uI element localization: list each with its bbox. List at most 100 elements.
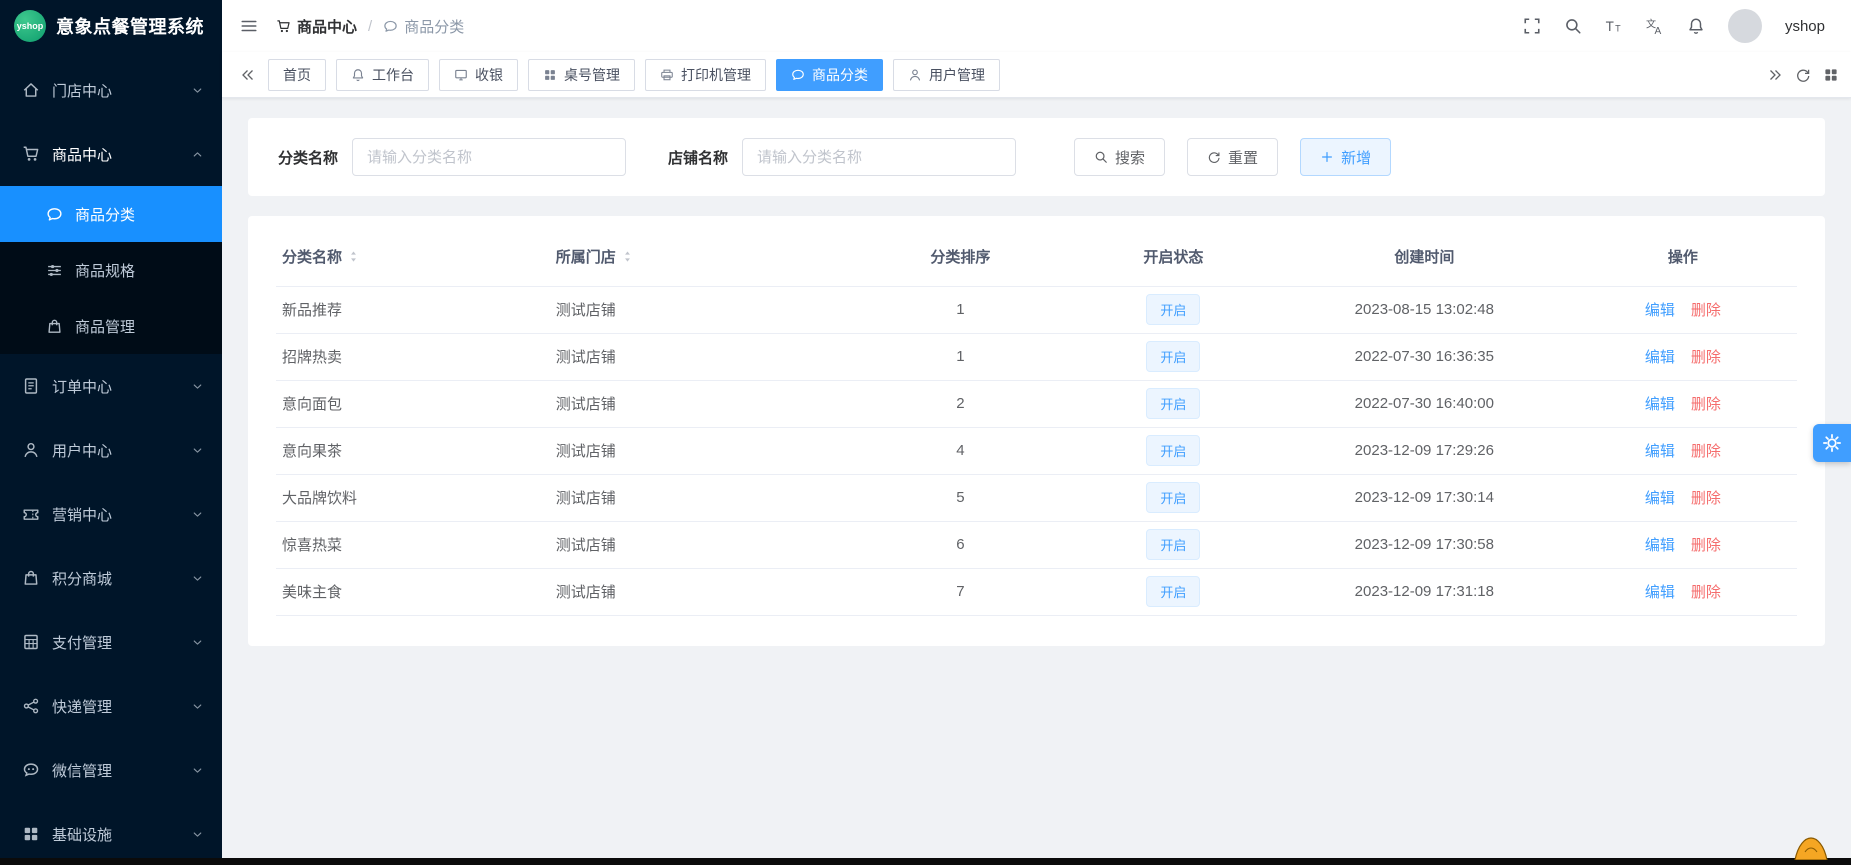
- edit-link[interactable]: 编辑: [1645, 490, 1675, 507]
- tab-product-category[interactable]: 商品分类: [776, 59, 883, 91]
- table-row: 大品牌饮料 测试店铺 5 开启 2023-12-09 17:30:14 编辑删除: [276, 474, 1797, 521]
- sidebar-item-express-manage[interactable]: 快递管理: [0, 674, 222, 738]
- app-logo-row[interactable]: yshop 意象点餐管理系统: [0, 0, 222, 52]
- tabs-scroll-right-icon[interactable]: [1767, 67, 1783, 83]
- svg-text:T: T: [1606, 19, 1614, 34]
- col-header-category-name[interactable]: 分类名称: [276, 228, 550, 286]
- cell-store: 测试店铺: [550, 380, 854, 427]
- sidebar: yshop 意象点餐管理系统 门店中心商品中心商品分类商品规格商品管理订单中心用…: [0, 0, 222, 865]
- chevron-down-icon: [191, 444, 204, 457]
- chevron-up-icon: [191, 148, 204, 161]
- delete-link[interactable]: 删除: [1691, 443, 1721, 460]
- status-badge[interactable]: 开启: [1146, 482, 1200, 513]
- mascot-widget[interactable]: [1793, 836, 1829, 860]
- username[interactable]: yshop: [1785, 18, 1825, 35]
- col-header-label: 操作: [1668, 249, 1698, 266]
- delete-link[interactable]: 删除: [1691, 396, 1721, 413]
- cell-sort-order: 6: [854, 521, 1067, 568]
- cell-created: 2023-12-09 17:29:26: [1280, 427, 1569, 474]
- status-badge[interactable]: 开启: [1146, 294, 1200, 325]
- tab-cashier[interactable]: 收银: [439, 59, 518, 91]
- chevron-down-icon: [191, 700, 204, 713]
- edit-link[interactable]: 编辑: [1645, 537, 1675, 554]
- edit-link[interactable]: 编辑: [1645, 584, 1675, 601]
- status-badge[interactable]: 开启: [1146, 576, 1200, 607]
- cell-store: 测试店铺: [550, 286, 854, 333]
- store-name-input[interactable]: [742, 138, 1016, 176]
- sort-caret-icon[interactable]: [346, 249, 361, 264]
- tab-workbench[interactable]: 工作台: [336, 59, 429, 91]
- search-button-label: 搜索: [1115, 147, 1145, 168]
- col-header-status: 开启状态: [1067, 228, 1280, 286]
- sidebar-item-marketing-center[interactable]: 营销中心: [0, 482, 222, 546]
- edit-link[interactable]: 编辑: [1645, 396, 1675, 413]
- fullscreen-icon[interactable]: [1523, 17, 1541, 35]
- sidebar-subitem-product-category[interactable]: 商品分类: [0, 186, 222, 242]
- cell-created: 2022-07-30 16:40:00: [1280, 380, 1569, 427]
- status-badge[interactable]: 开启: [1146, 529, 1200, 560]
- tab-printer-manage[interactable]: 打印机管理: [645, 59, 766, 91]
- sidebar-item-user-center[interactable]: 用户中心: [0, 418, 222, 482]
- translate-icon[interactable]: 文A: [1646, 17, 1664, 35]
- refresh-icon[interactable]: [1795, 67, 1811, 83]
- sort-caret-icon[interactable]: [620, 249, 635, 264]
- sidebar-item-infrastructure[interactable]: 基础设施: [0, 802, 222, 865]
- filter-panel: 分类名称 店铺名称 搜索 重置 新增: [248, 118, 1825, 196]
- cell-category-name: 美味主食: [276, 568, 550, 615]
- bag-icon: [46, 318, 63, 335]
- sidebar-item-store-center[interactable]: 门店中心: [0, 58, 222, 122]
- category-name-input[interactable]: [352, 138, 626, 176]
- settings-fab[interactable]: [1813, 424, 1851, 462]
- delete-link[interactable]: 删除: [1691, 490, 1721, 507]
- edit-link[interactable]: 编辑: [1645, 349, 1675, 366]
- search-button[interactable]: 搜索: [1074, 138, 1165, 176]
- delete-link[interactable]: 删除: [1691, 537, 1721, 554]
- edit-link[interactable]: 编辑: [1645, 302, 1675, 319]
- sidebar-item-points-mall[interactable]: 积分商城: [0, 546, 222, 610]
- search-icon[interactable]: [1564, 17, 1582, 35]
- avatar[interactable]: [1728, 9, 1762, 43]
- sidebar-item-payment-manage[interactable]: 支付管理: [0, 610, 222, 674]
- tab-home[interactable]: 首页: [268, 59, 326, 91]
- main-area: 商品中心/商品分类 TT 文A yshop 首页工作台收银桌号管理打印机管理商品…: [222, 0, 1851, 865]
- breadcrumb-item-product-category[interactable]: 商品分类: [383, 16, 464, 37]
- col-header-created: 创建时间: [1280, 228, 1569, 286]
- cell-sort-order: 7: [854, 568, 1067, 615]
- table-panel: 分类名称 所属门店 分类排序 开启状态 创建时间 操作 新品推荐 测试店铺 1 …: [248, 216, 1825, 646]
- sidebar-item-wechat-manage[interactable]: 微信管理: [0, 738, 222, 802]
- tabs-scroll-left-icon[interactable]: [240, 67, 256, 83]
- cell-status: 开启: [1067, 333, 1280, 380]
- sidebar-item-label: 快递管理: [52, 696, 191, 717]
- cell-category-name: 惊喜热菜: [276, 521, 550, 568]
- font-size-icon[interactable]: TT: [1605, 17, 1623, 35]
- header: 商品中心/商品分类 TT 文A yshop: [222, 0, 1851, 52]
- status-badge[interactable]: 开启: [1146, 435, 1200, 466]
- col-header-sort-order: 分类排序: [854, 228, 1067, 286]
- sidebar-item-order-center[interactable]: 订单中心: [0, 354, 222, 418]
- sidebar-item-label: 微信管理: [52, 760, 191, 781]
- status-badge[interactable]: 开启: [1146, 388, 1200, 419]
- bell-icon[interactable]: [1687, 17, 1705, 35]
- reset-button[interactable]: 重置: [1187, 138, 1278, 176]
- add-button[interactable]: 新增: [1300, 138, 1391, 176]
- breadcrumb-item-product-center[interactable]: 商品中心: [276, 16, 357, 37]
- cell-operations: 编辑删除: [1569, 568, 1797, 615]
- sidebar-item-label: 用户中心: [52, 440, 191, 461]
- cell-category-name: 大品牌饮料: [276, 474, 550, 521]
- tab-table-manage[interactable]: 桌号管理: [528, 59, 635, 91]
- col-header-store[interactable]: 所属门店: [550, 228, 854, 286]
- tab-user-manage[interactable]: 用户管理: [893, 59, 1000, 91]
- status-badge[interactable]: 开启: [1146, 341, 1200, 372]
- delete-link[interactable]: 删除: [1691, 584, 1721, 601]
- delete-link[interactable]: 删除: [1691, 302, 1721, 319]
- sidebar-subitem-product-manage[interactable]: 商品管理: [0, 298, 222, 354]
- sidebar-subitem-product-spec[interactable]: 商品规格: [0, 242, 222, 298]
- sidebar-item-product-center[interactable]: 商品中心: [0, 122, 222, 186]
- hamburger-icon[interactable]: [240, 17, 258, 35]
- edit-link[interactable]: 编辑: [1645, 443, 1675, 460]
- tab-label: 桌号管理: [564, 65, 620, 85]
- delete-link[interactable]: 删除: [1691, 349, 1721, 366]
- chat-icon: [46, 206, 63, 223]
- tab-options-icon[interactable]: [1823, 67, 1839, 83]
- bell-icon: [351, 68, 365, 82]
